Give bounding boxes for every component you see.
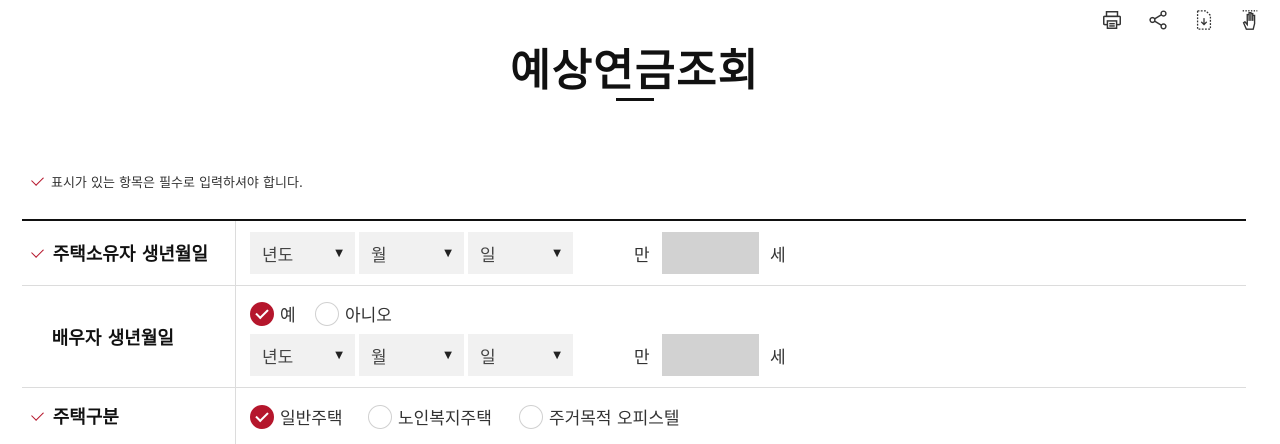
house-senior-welfare-radio[interactable]: 노인복지주택	[368, 404, 492, 429]
radio-checked-icon	[250, 404, 274, 429]
owner-year-select[interactable]: 년도 ▼	[250, 232, 355, 274]
spouse-month-value: 월	[371, 347, 387, 368]
house-type-label: 주택구분	[53, 407, 120, 428]
owner-month-value: 월	[371, 245, 387, 266]
house-type-cell: 일반주택 노인복지주택 주거목적 오피스텔	[236, 388, 1246, 444]
spouse-year-select[interactable]: 년도 ▼	[250, 334, 355, 376]
house-officetel-label: 주거목적 오피스텔	[549, 409, 680, 429]
spouse-day-select[interactable]: 일 ▼	[468, 334, 573, 376]
pension-form: 주택소유자 생년월일 년도 ▼ 월 ▼ 일 ▼ 만 세 배우자 생년월일 예 아…	[22, 219, 1246, 444]
spouse-yes-radio[interactable]: 예	[250, 301, 296, 326]
spouse-year-value: 년도	[262, 347, 294, 368]
dropdown-arrow-icon: ▼	[553, 349, 561, 361]
spouse-birth-cell: 예 아니오 년도 ▼ 월 ▼ 일 ▼ 만 세	[236, 286, 1246, 387]
dropdown-arrow-icon: ▼	[444, 349, 452, 361]
dropdown-arrow-icon: ▼	[335, 247, 343, 259]
dropdown-arrow-icon: ▼	[553, 247, 561, 259]
required-check-icon	[31, 173, 44, 186]
house-general-radio[interactable]: 일반주택	[250, 404, 343, 429]
owner-age-field	[662, 232, 759, 274]
radio-checked-icon	[250, 301, 274, 326]
spouse-yes-label: 예	[280, 306, 296, 326]
owner-day-select[interactable]: 일 ▼	[468, 232, 573, 274]
toolbar	[1098, 6, 1264, 34]
house-senior-welfare-label: 노인복지주택	[398, 409, 492, 429]
spouse-age-suffix: 세	[770, 348, 786, 368]
owner-age-suffix: 세	[770, 246, 786, 266]
required-notice: 표시가 있는 항목은 필수로 입력하셔야 합니다.	[31, 172, 304, 191]
radio-unchecked-icon	[315, 301, 339, 326]
owner-month-select[interactable]: 월 ▼	[359, 232, 464, 274]
owner-age-prefix: 만	[634, 246, 650, 266]
required-check-icon	[31, 407, 44, 421]
page-title: 예상연금조회	[510, 45, 760, 96]
radio-unchecked-icon	[519, 404, 543, 429]
owner-birth-cell: 년도 ▼ 월 ▼ 일 ▼ 만 세	[236, 221, 1246, 285]
spouse-month-select[interactable]: 월 ▼	[359, 334, 464, 376]
owner-year-value: 년도	[262, 245, 294, 266]
spouse-birth-label: 배우자 생년월일	[52, 327, 175, 349]
spouse-birth-row: 배우자 생년월일 예 아니오 년도 ▼ 월 ▼ 일 ▼ 만 세	[22, 286, 1246, 388]
spouse-birth-header: 배우자 생년월일	[22, 286, 236, 387]
house-type-row: 주택구분 일반주택 노인복지주택 주거목적 오피스텔	[22, 388, 1246, 444]
title-underline	[616, 98, 654, 101]
share-icon[interactable]	[1144, 6, 1172, 34]
required-notice-text: 표시가 있는 항목은 필수로 입력하셔야 합니다.	[51, 176, 304, 191]
house-officetel-radio[interactable]: 주거목적 오피스텔	[519, 404, 680, 429]
spouse-age-prefix: 만	[634, 348, 650, 368]
owner-day-value: 일	[480, 245, 496, 266]
house-general-label: 일반주택	[280, 409, 343, 429]
owner-birth-label: 주택소유자 생년월일	[53, 244, 209, 265]
owner-birth-header: 주택소유자 생년월일	[22, 221, 236, 285]
spouse-no-label: 아니오	[345, 306, 392, 326]
spouse-age-field	[662, 334, 759, 376]
required-check-icon	[31, 244, 44, 258]
dropdown-arrow-icon: ▼	[444, 247, 452, 259]
radio-unchecked-icon	[368, 404, 392, 429]
print-icon[interactable]	[1098, 6, 1126, 34]
house-type-header: 주택구분	[22, 388, 236, 444]
spouse-day-value: 일	[480, 347, 496, 368]
document-download-icon[interactable]	[1190, 6, 1218, 34]
owner-birth-row: 주택소유자 생년월일 년도 ▼ 월 ▼ 일 ▼ 만 세	[22, 221, 1246, 286]
hand-drag-icon[interactable]	[1236, 6, 1264, 34]
spouse-no-radio[interactable]: 아니오	[315, 301, 392, 326]
dropdown-arrow-icon: ▼	[335, 349, 343, 361]
